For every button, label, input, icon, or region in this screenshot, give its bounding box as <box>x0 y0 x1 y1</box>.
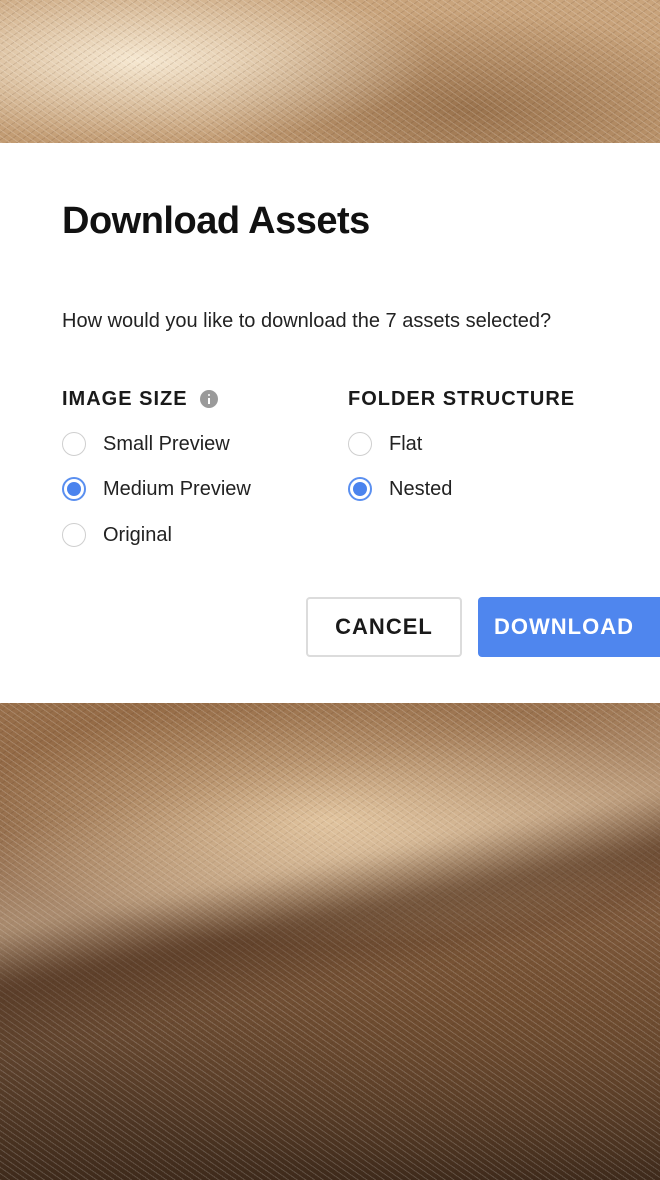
radio-label: Original <box>103 524 172 546</box>
radio-button[interactable] <box>62 523 86 547</box>
download-button[interactable]: DOWNLOAD <box>478 597 660 657</box>
radio-button-selected[interactable] <box>348 477 372 501</box>
radio-label: Nested <box>389 478 453 500</box>
radio-option-medium-preview[interactable]: Medium Preview <box>62 474 251 504</box>
radio-option-small-preview[interactable]: Small Preview <box>62 429 230 459</box>
radio-label: Flat <box>389 433 423 455</box>
info-icon[interactable] <box>199 390 218 408</box>
dialog-title: Download Assets <box>62 200 370 242</box>
radio-button-selected[interactable] <box>62 477 86 501</box>
radio-label: Medium Preview <box>103 478 251 500</box>
image-size-label: IMAGE SIZE <box>62 386 218 412</box>
cancel-button[interactable]: CANCEL <box>306 597 462 657</box>
radio-option-nested[interactable]: Nested <box>348 474 452 504</box>
folder-structure-label-text: FOLDER STRUCTURE <box>348 388 576 410</box>
image-size-label-text: IMAGE SIZE <box>62 388 188 410</box>
folder-structure-label: FOLDER STRUCTURE <box>348 386 575 412</box>
radio-button[interactable] <box>62 432 86 456</box>
radio-label: Small Preview <box>103 433 230 455</box>
radio-button[interactable] <box>348 432 372 456</box>
radio-option-flat[interactable]: Flat <box>348 429 422 459</box>
dialog-prompt: How would you like to download the 7 ass… <box>62 310 552 332</box>
radio-option-original[interactable]: Original <box>62 520 172 550</box>
